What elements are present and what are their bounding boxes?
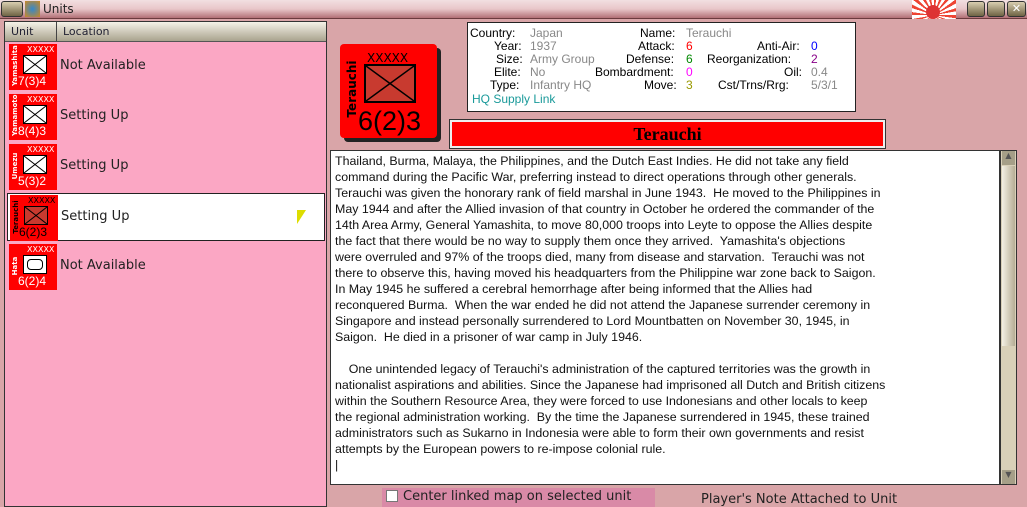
label: Oil:: [784, 65, 802, 79]
unit-size: XXXXX: [28, 196, 56, 205]
restore-button[interactable]: [987, 1, 1005, 17]
label: Elite:: [494, 65, 521, 79]
scroll-down-icon[interactable]: ▼: [1002, 470, 1015, 484]
unit-size: XXXXX: [367, 51, 409, 65]
window-title: Units: [43, 2, 74, 16]
infantry-symbol-icon: [23, 155, 47, 174]
collapse-button[interactable]: [1, 1, 23, 17]
unit-location: Setting Up: [60, 158, 129, 173]
scroll-up-icon[interactable]: ▲: [1002, 151, 1015, 165]
column-location[interactable]: Location: [57, 22, 326, 41]
unit-strength: 6(2)4: [18, 274, 47, 288]
label: Attack:: [638, 39, 675, 53]
center-map-checkbox[interactable]: Center linked map on selected unit: [382, 488, 655, 507]
label: Type:: [490, 78, 520, 92]
unit-row[interactable]: XXXXX Yamamoto 8(4)3 Setting Up: [7, 93, 325, 141]
unit-counter: XXXXX Terauchi 6(2)3: [10, 195, 58, 241]
app-icon: [25, 1, 40, 17]
attack-value: 6: [686, 39, 693, 53]
defense-value: 6: [686, 52, 693, 66]
title-bar: Units ✕: [0, 0, 1027, 19]
hq-supply-link[interactable]: HQ Supply Link: [472, 92, 555, 106]
unit-row[interactable]: XXXXX Hata 6(2)4 Not Available: [7, 243, 325, 291]
armor-symbol-icon: [23, 255, 47, 274]
country-value: Japan: [530, 26, 563, 40]
infantry-hq-symbol-icon: [364, 64, 416, 103]
unit-strength: 7(3)4: [18, 74, 47, 88]
scrollbar[interactable]: ▲ ▼: [1000, 150, 1017, 485]
cst-trns-rrg-value: 5/3/1: [811, 78, 838, 92]
label: Defense:: [626, 52, 675, 66]
label: Country:: [470, 26, 516, 40]
label: Year:: [494, 39, 522, 53]
label: Size:: [496, 52, 523, 66]
unit-location: Setting Up: [61, 209, 130, 224]
player-note-label: Player's Note Attached to Unit: [701, 492, 898, 507]
japan-flag-icon: [912, 0, 956, 19]
unit-row[interactable]: XXXXX Umezu 5(3)2 Setting Up: [7, 143, 325, 191]
bombardment-value: 0: [686, 65, 693, 79]
unit-size: XXXXX: [27, 95, 55, 104]
mouse-cursor-icon: [297, 210, 306, 224]
type-value: Infantry HQ: [530, 78, 592, 92]
move-value: 3: [686, 78, 693, 92]
unit-counter: XXXXX Yamamoto 8(4)3: [9, 94, 57, 140]
unit-size: XXXXX: [27, 145, 55, 154]
name-value: Terauchi: [686, 26, 732, 40]
anti-air-value: 0: [811, 39, 818, 53]
label: Move:: [644, 78, 677, 92]
unit-strength: 5(3)2: [18, 174, 47, 188]
reorganization-value: 2: [811, 52, 818, 66]
unit-location: Not Available: [60, 258, 146, 273]
unit-strength: 6(2)3: [358, 106, 422, 136]
minimize-button[interactable]: [967, 1, 985, 17]
unit-list: Unit Location XXXXX Yamashita 7(3)4 Not Ava…: [4, 21, 327, 507]
label: Cst/Trns/Rrg:: [718, 78, 789, 92]
unit-counter: XXXXX Yamashita 7(3)4: [9, 44, 57, 90]
unit-location: Not Available: [60, 58, 146, 73]
checkbox-label: Center linked map on selected unit: [403, 489, 632, 504]
elite-value: No: [530, 65, 546, 79]
label: Name:: [640, 26, 676, 40]
unit-counter: XXXXX Umezu 5(3)2: [9, 144, 57, 190]
unit-name-vertical: Terauchi: [345, 60, 359, 118]
scroll-thumb[interactable]: [1002, 166, 1015, 346]
label: Reorganization:: [707, 52, 792, 66]
unit-row[interactable]: XXXXX Terauchi 6(2)3 Setting Up: [7, 193, 325, 241]
year-value: 1937: [530, 39, 557, 53]
label: Bombardment:: [595, 65, 674, 79]
oil-value: 0.4: [811, 65, 828, 79]
infantry-symbol-icon: [23, 55, 47, 74]
checkbox-icon[interactable]: [386, 490, 398, 502]
label: Anti-Air:: [757, 39, 800, 53]
close-button[interactable]: ✕: [1007, 1, 1026, 17]
unit-strength: 8(4)3: [18, 124, 47, 138]
unit-row[interactable]: XXXXX Yamashita 7(3)4 Not Available: [7, 43, 325, 91]
unit-location: Setting Up: [60, 108, 129, 123]
unit-name-banner: Terauchi: [449, 119, 886, 149]
size-value: Army Group: [530, 52, 595, 66]
infantry-symbol-icon: [24, 206, 48, 225]
unit-size: XXXXX: [27, 245, 55, 254]
biography-textarea[interactable]: Thailand, Burma, Malaya, the Philippines…: [330, 150, 1000, 485]
unit-size: XXXXX: [27, 45, 55, 54]
unit-counter: XXXXX Hata 6(2)4: [9, 244, 57, 290]
infantry-symbol-icon: [23, 105, 47, 124]
column-unit[interactable]: Unit: [5, 22, 57, 41]
unit-info-panel: Country: Japan Year: 1937 Size: Army Group …: [467, 22, 856, 112]
selected-unit-counter: XXXXX Terauchi 6(2)3: [340, 44, 437, 138]
unit-strength: 6(2)3: [19, 225, 48, 239]
